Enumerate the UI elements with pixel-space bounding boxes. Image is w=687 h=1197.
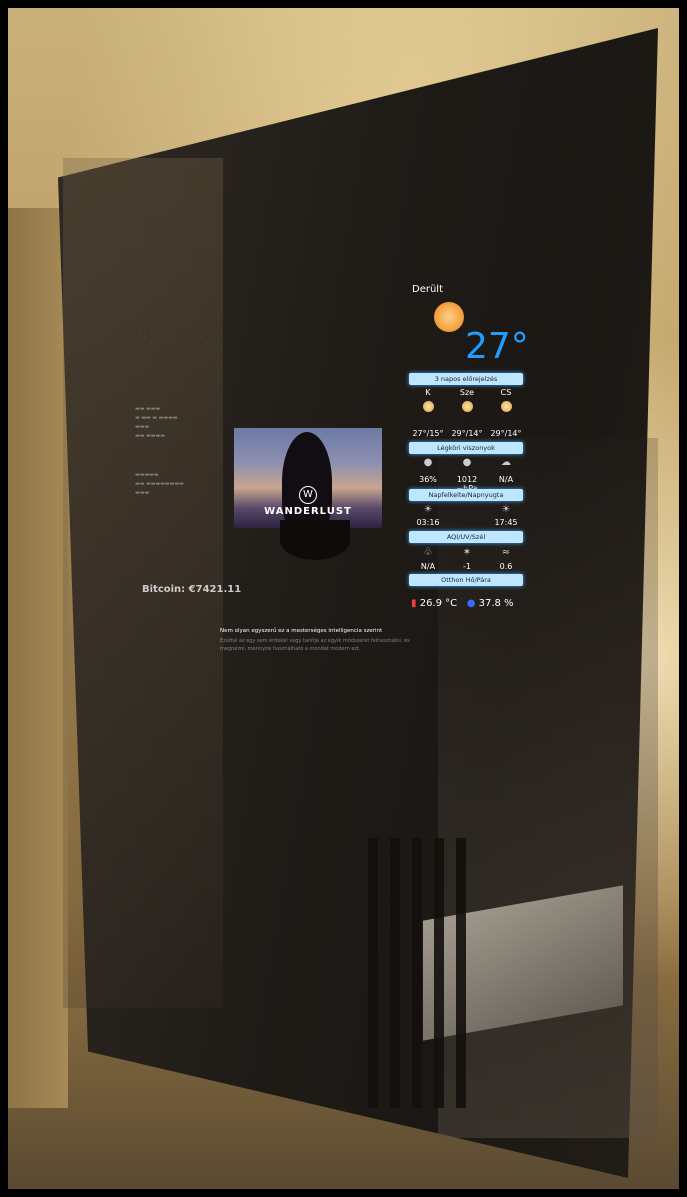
aqi-icon: ♧ bbox=[423, 547, 433, 558]
sun-icon bbox=[422, 401, 434, 412]
video-widget[interactable]: W WANDERLUST bbox=[234, 428, 382, 532]
cloud-icon: ☁ bbox=[501, 457, 511, 468]
mirror-reflection-left bbox=[63, 158, 223, 1008]
aqi-value: N/A bbox=[420, 562, 436, 571]
bitcoin-ticker: Bitcoin: €7421.11 bbox=[142, 584, 242, 595]
wind-icon: ≈ bbox=[501, 547, 511, 558]
weather-condition: Derült bbox=[412, 284, 444, 295]
news-headline: Nem olyan egyszerű ez a mesterséges inte… bbox=[220, 628, 383, 634]
indoor-header: Otthon Hő/Pára bbox=[409, 574, 523, 586]
forecast-icons bbox=[409, 401, 525, 414]
door-frame bbox=[8, 208, 68, 1108]
sun-header: Napfelkelte/Napnyugta bbox=[409, 489, 523, 501]
video-brand: WANDERLUST bbox=[264, 506, 352, 517]
current-temperature: 27° bbox=[465, 326, 529, 367]
sunrise-icon: ☀ bbox=[423, 504, 433, 515]
forecast-day: K bbox=[425, 388, 431, 397]
forecast-header: 3 napos előrejelzés bbox=[409, 373, 523, 385]
video-shadow bbox=[280, 520, 350, 560]
news-feed: Nem olyan egyszerű ez a mesterséges inte… bbox=[220, 627, 420, 653]
sun-icons: ☀ ☀ bbox=[409, 504, 525, 515]
video-silhouette bbox=[282, 432, 332, 532]
wind-value: 0.6 bbox=[499, 562, 513, 571]
aqi-header: AQI/UV/Szél bbox=[409, 531, 523, 543]
forecast-temps: 27°/15° 29°/14° 29°/14° bbox=[409, 429, 525, 438]
calendar-grid: · · · · · · · · · · · · · · · · · · · · · · · · · · · · · · · · · · · bbox=[139, 321, 209, 367]
uv-icon: ✶ bbox=[462, 547, 472, 558]
calendar-widget: · · · · · · · · · · · · · · · · · · · · · · · · · · · · · · · · · · · bbox=[135, 320, 213, 400]
photo-frame bbox=[8, 8, 679, 1189]
sun-icon bbox=[434, 302, 464, 332]
humidity-drop-icon: ● bbox=[466, 598, 476, 609]
atmos-header: Légköri viszonyok bbox=[409, 442, 523, 454]
sun-icon bbox=[461, 401, 473, 412]
news-body: Ezúttal az egy sem érdekel vagy tanítja … bbox=[220, 638, 410, 652]
indoor-climate: ▮ 26.9 °C ● 37.8 % bbox=[411, 598, 514, 609]
sunset-time: 17:45 bbox=[494, 518, 518, 527]
forecast-day: CS bbox=[500, 388, 512, 397]
forecast-day: Sze bbox=[459, 388, 475, 397]
forecast-temp: 27°/15° bbox=[412, 429, 444, 438]
sunrise-time: 03:16 bbox=[416, 518, 440, 527]
reflected-chair bbox=[368, 838, 478, 1108]
sun-values: 03:16 17:45 bbox=[409, 518, 525, 527]
humidity-icon: ● bbox=[423, 457, 433, 468]
uv-value: -1 bbox=[463, 562, 471, 571]
forecast-days: K Sze CS bbox=[409, 388, 525, 397]
forecast-temp: 29°/14° bbox=[490, 429, 522, 438]
faint-event-list: ▬▬ ▬▬▬ ▬ ▬▬ ▬ ▬▬▬▬ ▬▬▬ ▬▬ ▬▬▬▬ ▬▬▬▬▬ ▬▬ ▬▬▬▬… bbox=[135, 406, 184, 496]
aqi-values: N/A -1 0.6 bbox=[409, 562, 525, 571]
aqi-icons: ♧ ✶ ≈ bbox=[409, 547, 525, 558]
atmos-icons: ● ● ☁ bbox=[409, 457, 525, 468]
pressure-icon: ● bbox=[462, 457, 472, 468]
indoor-humidity: 37.8 % bbox=[478, 598, 514, 609]
wanderlust-logo-icon: W bbox=[299, 486, 317, 504]
indoor-temp: 26.9 °C bbox=[419, 598, 458, 609]
forecast-temp: 29°/14° bbox=[451, 429, 483, 438]
thermometer-icon: ▮ bbox=[411, 598, 417, 609]
sun-icon bbox=[500, 401, 512, 412]
sunset-icon: ☀ bbox=[501, 504, 511, 515]
